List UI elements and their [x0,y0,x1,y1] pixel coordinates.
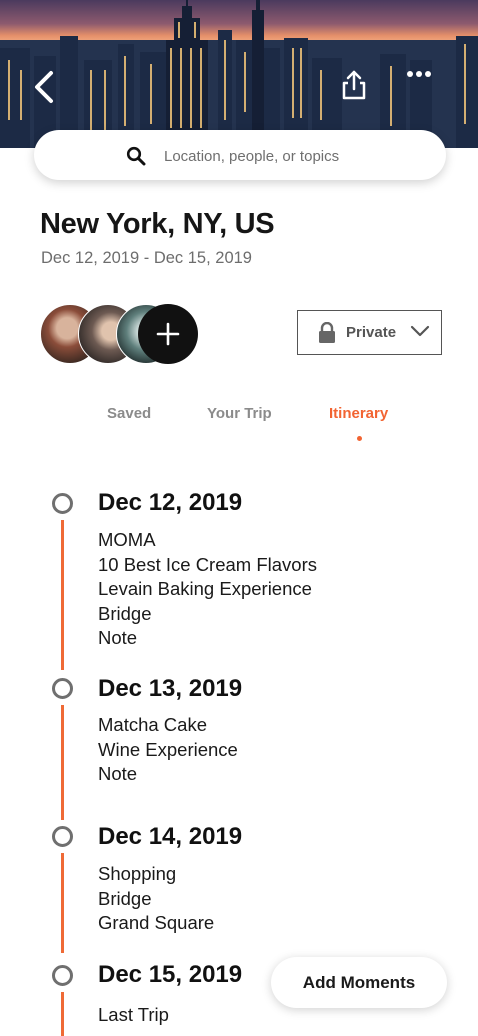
timeline-node [52,678,73,699]
timeline-line [61,520,64,670]
share-button[interactable] [341,70,381,110]
list-item[interactable]: Grand Square [98,911,214,936]
list-item[interactable]: MOMA [98,528,317,553]
timeline-node [52,493,73,514]
timeline-line [61,853,64,953]
tab-your-trip[interactable]: Your Trip [207,405,272,422]
more-dots-icon [407,71,431,77]
day-date: Dec 12, 2019 [98,489,243,516]
list-item[interactable]: Levain Baking Experience [98,577,317,602]
tab-itinerary[interactable]: Itinerary [329,405,388,422]
day-item-list: Shopping Bridge Grand Square [98,862,214,936]
add-member-button[interactable] [138,304,198,364]
chevron-down-icon [410,325,430,337]
back-button[interactable] [32,70,72,110]
list-item[interactable]: Last Trip [98,1003,169,1028]
share-icon [342,70,366,100]
timeline-line [61,705,64,820]
day-item-list: MOMA 10 Best Ice Cream Flavors Levain Ba… [98,528,317,651]
day-date: Dec 15, 2019 [98,961,243,988]
privacy-dropdown[interactable]: Private [297,310,442,355]
list-item[interactable]: Matcha Cake [98,713,238,738]
list-item[interactable]: Note [98,626,317,651]
day-item-list: Matcha Cake Wine Experience Note [98,713,238,787]
timeline-node [52,826,73,847]
list-item[interactable]: Shopping [98,862,214,887]
privacy-label: Private [346,324,397,341]
trip-members [40,304,200,364]
search-icon [126,146,146,166]
chevron-left-icon [35,71,53,103]
page-title: New York, NY, US [40,208,275,240]
list-item[interactable]: Bridge [98,602,317,627]
trip-dates: Dec 12, 2019 - Dec 15, 2019 [41,249,252,267]
day-date: Dec 14, 2019 [98,823,243,850]
day-item-list: Last Trip [98,1003,169,1028]
lock-icon [319,322,335,343]
header-city-photo [0,0,478,148]
search-bar[interactable] [34,130,446,180]
list-item[interactable]: 10 Best Ice Cream Flavors [98,553,317,578]
plus-icon [156,322,180,346]
search-input[interactable] [162,142,436,170]
timeline-node [52,965,73,986]
active-tab-indicator [357,436,362,441]
timeline-line [61,992,64,1036]
more-options-button[interactable] [406,70,446,110]
add-moments-button[interactable]: Add Moments [271,957,447,1008]
tab-saved[interactable]: Saved [107,405,151,422]
list-item[interactable]: Note [98,762,238,787]
list-item[interactable]: Wine Experience [98,738,238,763]
list-item[interactable]: Bridge [98,887,214,912]
day-date: Dec 13, 2019 [98,675,243,702]
